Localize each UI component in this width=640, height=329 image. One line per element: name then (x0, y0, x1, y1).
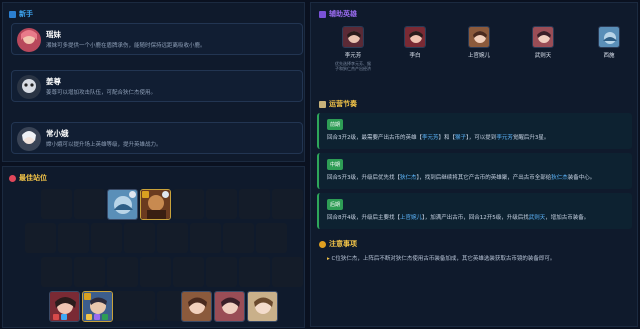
assist-hero-name: 李元芳 (344, 53, 362, 59)
rhythm-text: 回合3开2级，最需要产出古币的英雄【李元芳】和【猴子】，可以提到李元芳觉醒后升3… (327, 135, 550, 141)
notice-title: 注意事项 (319, 239, 357, 249)
rhythm-title: 运营节奏 (319, 99, 357, 109)
board-cell[interactable] (41, 257, 72, 287)
hero-avatar (17, 28, 41, 52)
newbie-title: 新手 (9, 9, 33, 19)
newbie-icon (9, 10, 16, 18)
assist-hero-avatar (404, 26, 426, 48)
rhythm-tag: 后期 (327, 199, 344, 210)
piece-wuzetian[interactable] (214, 291, 245, 322)
board-cell[interactable] (157, 223, 188, 253)
item-icon (94, 314, 100, 320)
piece-mozi[interactable] (140, 189, 171, 220)
notice-line: ▸ C位狄仁杰，上阵后不断对狄仁杰使用古币装备加成，其它英雄选装获取古币镜的装备… (327, 256, 556, 262)
assist-hero-avatar (342, 26, 364, 48)
level-icon (142, 191, 149, 198)
assist-icon (319, 10, 326, 18)
assist-hero-avatar (532, 26, 554, 48)
hero-card-1[interactable]: 瑶妹 湘妹可多提供一个小鹿在盾牌承伤，能随时保持远距离吸收小鹿。 (11, 23, 303, 55)
rhythm-tag: 中期 (327, 159, 344, 170)
board-cell[interactable] (206, 257, 237, 287)
board-cell[interactable] (173, 189, 204, 219)
board-cell[interactable] (107, 257, 138, 287)
document-icon (319, 100, 326, 108)
board-cell[interactable] (256, 223, 287, 253)
star-icon (162, 191, 169, 198)
board-cell[interactable] (58, 223, 89, 253)
assist-hero-list: 李元芳 优先选择李元芳、猴子和狄仁杰产出经济 李白 上官婉儿 武则天 西施 (325, 26, 631, 86)
assist-hero-1[interactable]: 李元芳 优先选择李元芳、猴子和狄仁杰产出经济 (335, 26, 371, 71)
assist-hero-name: 上官婉儿 (467, 53, 490, 59)
assist-hero-3[interactable]: 上官婉儿 (461, 26, 497, 59)
hero-avatar (17, 127, 41, 151)
lightbulb-icon (319, 240, 326, 248)
rhythm-item-mid: 中期 回合5开3级，升级后优先找【狄仁杰】，找到后继续将其它产古币的英雄聚，产出… (317, 153, 632, 189)
hero-name: 姜尊 (46, 77, 61, 86)
newbie-panel: 新手 瑶妹 湘妹可多提供一个小鹿在盾牌承伤，能随时保持远距离吸收小鹿。 姜尊 姜… (2, 2, 305, 162)
hero-desc: 姜尊可以增加攻击队伍，可配合狄仁杰使用。 (46, 90, 157, 96)
rhythm-item-late: 后期 回合8开4级，升级后主要找【上官婉儿】，加满产出古币，回合12开5级，升级… (317, 193, 632, 229)
assist-hero-5[interactable]: 西施 (591, 26, 627, 59)
board-cell[interactable] (124, 223, 155, 253)
assist-hero-name: 武则天 (534, 53, 552, 59)
assist-hero-desc: 优先选择李元芳、猴子和狄仁杰产出经济 (335, 61, 371, 71)
hero-card-3[interactable]: 常小娥 嫦小娥可以提升场上英雄等级，提升英雄战力。 (11, 122, 303, 154)
board-cell[interactable] (140, 257, 171, 287)
position-icon (9, 174, 16, 182)
item-icon (102, 314, 108, 320)
board-cell[interactable] (206, 189, 237, 219)
rhythm-item-early: 前期 回合3开2级，最需要产出古币的英雄【李元芳】和【猴子】，可以提到李元芳觉醒… (317, 113, 632, 149)
rhythm-tag: 前期 (327, 119, 344, 130)
hero-card-2[interactable]: 姜尊 姜尊可以增加攻击队伍，可配合狄仁杰使用。 (11, 70, 303, 102)
board-cell[interactable] (115, 291, 146, 321)
item-icon (53, 314, 59, 320)
board-cell[interactable] (74, 189, 105, 219)
board-cell[interactable] (239, 189, 270, 219)
item-icon (86, 314, 92, 320)
board-cell[interactable] (190, 223, 221, 253)
board-panel: 最佳站位 (2, 166, 305, 328)
assist-title: 辅助英雄 (319, 9, 357, 19)
rhythm-text: 回合8开4级，升级后主要找【上官婉儿】，加满产出古币，回合12开5级，升级后找武… (327, 215, 590, 221)
board-cell[interactable] (272, 189, 303, 219)
board-cell[interactable] (223, 223, 254, 253)
assist-hero-avatar (598, 26, 620, 48)
piece-liyuanfang[interactable] (247, 291, 278, 322)
board-title: 最佳站位 (9, 173, 47, 183)
rhythm-text: 回合5开3级，升级后优先找【狄仁杰】，找到后继续将其它产古币的英雄聚，产出古币全… (327, 175, 596, 181)
level-icon (84, 293, 91, 300)
guide-panel: 辅助英雄 李元芳 优先选择李元芳、猴子和狄仁杰产出经济 李白 上官婉儿 武则天 … (310, 2, 638, 327)
hero-name: 常小娥 (46, 129, 69, 138)
hero-name: 瑶妹 (46, 30, 61, 39)
board-cell[interactable] (272, 257, 303, 287)
arrow-icon: ▸ (327, 256, 330, 262)
piece-shangguan[interactable] (181, 291, 212, 322)
piece-diren[interactable] (82, 291, 113, 322)
board-cell[interactable] (91, 223, 122, 253)
assist-hero-name: 西施 (603, 53, 615, 59)
hero-desc: 嫦小娥可以提升场上英雄等级，提升英雄战力。 (46, 142, 162, 148)
hero-avatar (17, 75, 41, 99)
board-cell[interactable] (41, 189, 72, 219)
chess-board (9, 189, 303, 325)
assist-hero-avatar (468, 26, 490, 48)
board-cell[interactable] (74, 257, 105, 287)
star-icon (129, 191, 136, 198)
board-cell[interactable] (25, 223, 56, 253)
hero-desc: 湘妹可多提供一个小鹿在盾牌承伤，能随时保持远距离吸收小鹿。 (46, 43, 206, 49)
piece-xishi[interactable] (107, 189, 138, 220)
board-cell[interactable] (173, 257, 204, 287)
item-icon (61, 314, 67, 320)
assist-hero-2[interactable]: 李白 (397, 26, 433, 59)
piece-libai[interactable] (49, 291, 80, 322)
board-cell[interactable] (239, 257, 270, 287)
assist-hero-4[interactable]: 武则天 (525, 26, 561, 59)
assist-hero-name: 李白 (409, 53, 421, 59)
